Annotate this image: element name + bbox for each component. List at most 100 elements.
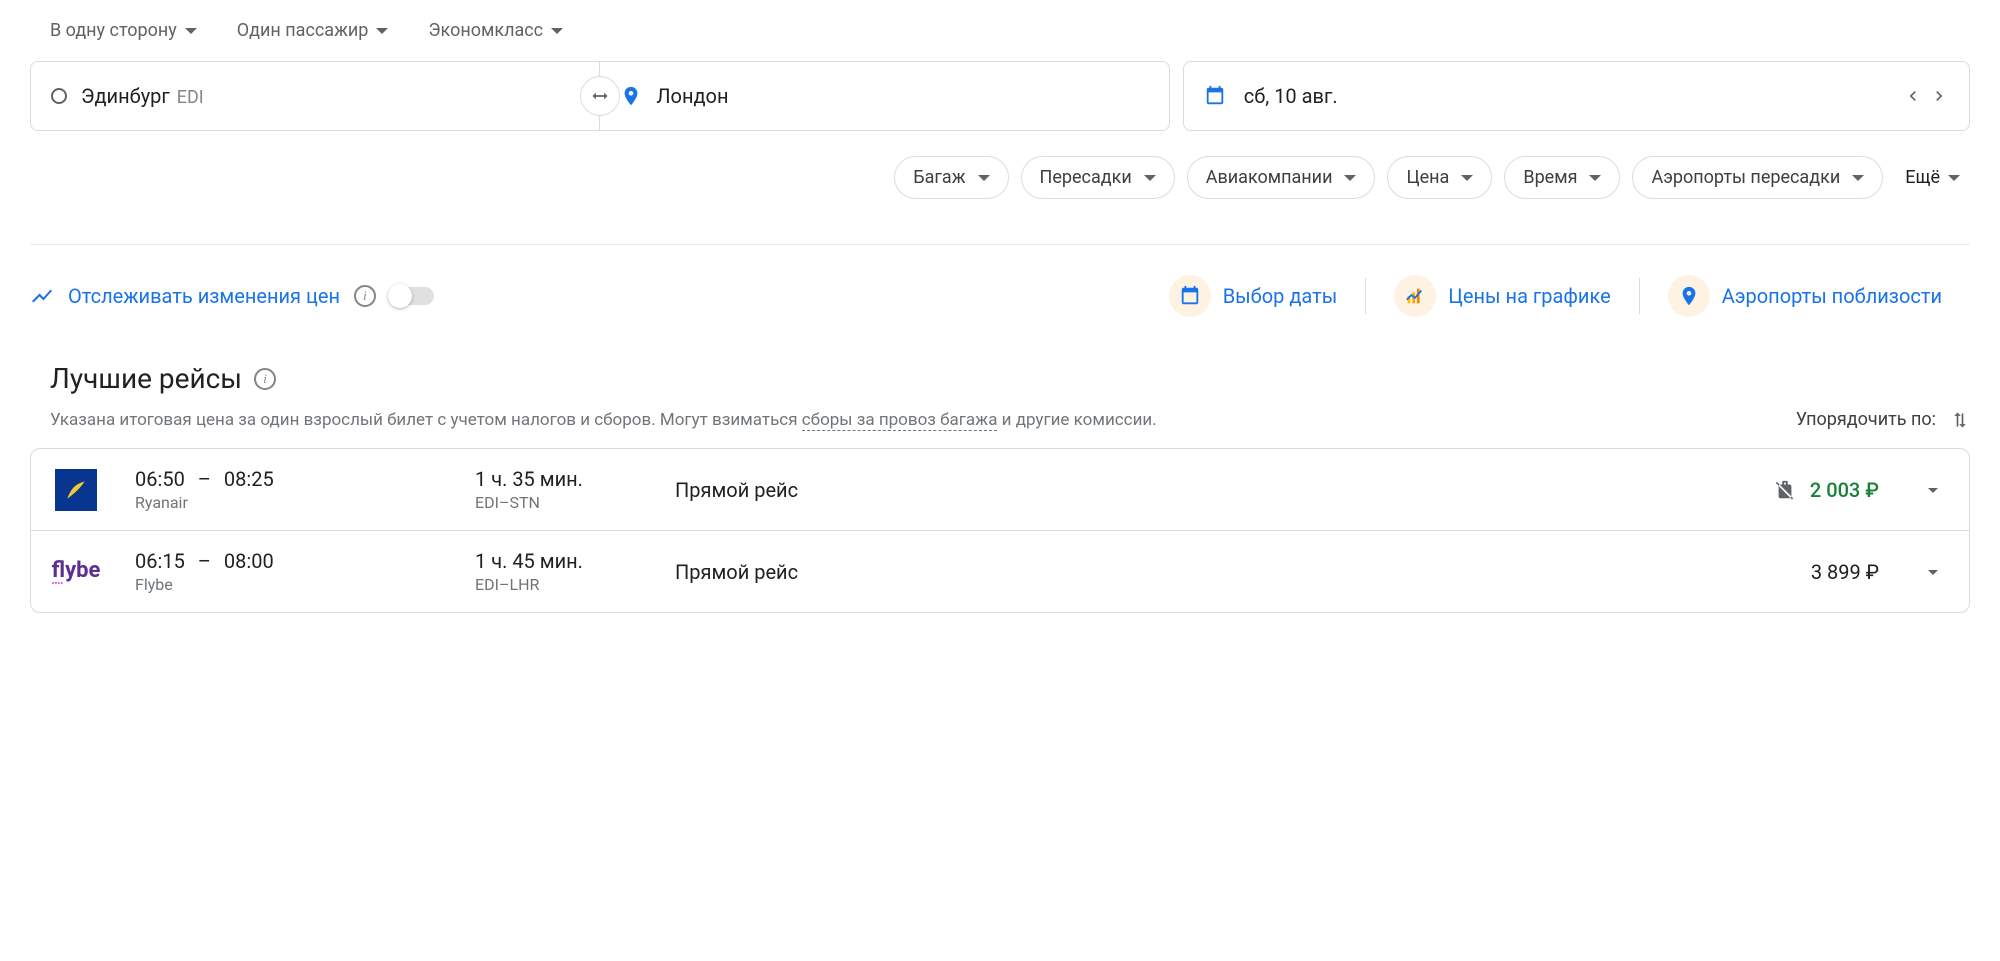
search-form: Эдинбург EDI Лондон сб, 10 авг. bbox=[30, 61, 1970, 131]
flight-row[interactable]: flybe•••• 06:15 – 08:00 Flybe 1 ч. 45 ми… bbox=[31, 531, 1969, 612]
time-chip[interactable]: Время bbox=[1504, 156, 1620, 199]
info-icon[interactable]: i bbox=[354, 285, 376, 307]
track-prices-label: Отслеживать изменения цен bbox=[68, 284, 340, 308]
stops-chip[interactable]: Пересадки bbox=[1021, 156, 1175, 199]
divider bbox=[30, 244, 1970, 245]
chevron-down-icon bbox=[1852, 175, 1864, 181]
duration-column: 1 ч. 45 мин. EDI–LHR bbox=[475, 549, 675, 594]
sort-icon bbox=[1950, 410, 1970, 430]
arrive-time: 08:00 bbox=[224, 549, 274, 573]
route-text: EDI–LHR bbox=[475, 575, 675, 594]
date-input[interactable]: сб, 10 авг. bbox=[1183, 61, 1970, 131]
origin-circle-icon bbox=[51, 88, 67, 104]
passengers-label: Один пассажир bbox=[237, 20, 369, 41]
more-filters-button[interactable]: Ещё bbox=[1895, 167, 1970, 188]
time-dash: – bbox=[198, 467, 211, 491]
toggle-knob bbox=[388, 284, 412, 308]
ryanair-logo-icon bbox=[55, 469, 97, 511]
origin-code: EDI bbox=[177, 87, 204, 108]
stops-chip-label: Пересадки bbox=[1040, 167, 1132, 188]
next-date-button[interactable] bbox=[1929, 86, 1949, 106]
route-text: EDI–STN bbox=[475, 493, 675, 512]
chevron-down-icon bbox=[1144, 175, 1156, 181]
trip-type-dropdown[interactable]: В одну сторону bbox=[50, 20, 197, 41]
chevron-down-icon bbox=[551, 28, 563, 34]
quick-links: Выбор даты Цены на графике Аэропорты по bbox=[1141, 275, 1970, 317]
destination-input[interactable]: Лондон bbox=[599, 61, 1169, 131]
subtitle-text-2: и другие комиссии. bbox=[997, 410, 1156, 430]
swap-button[interactable] bbox=[580, 76, 620, 116]
trip-type-label: В одну сторону bbox=[50, 20, 177, 41]
origin-city: Эдинбург bbox=[81, 84, 170, 108]
chevron-down-icon bbox=[1948, 175, 1960, 181]
section-header: Лучшие рейсы i bbox=[30, 362, 1970, 395]
track-prices-toggle[interactable] bbox=[390, 287, 434, 305]
flybe-logo-icon: flybe•••• bbox=[52, 558, 101, 585]
airline-name: Flybe bbox=[135, 575, 475, 594]
price-column: 2 003 ₽ bbox=[1774, 478, 1879, 502]
chevron-down-icon bbox=[376, 28, 388, 34]
connecting-airports-chip-label: Аэропорты пересадки bbox=[1651, 167, 1840, 188]
trend-icon bbox=[30, 284, 54, 308]
location-inputs-wrapper: Эдинбург EDI Лондон bbox=[30, 61, 1170, 131]
chevron-down-icon bbox=[978, 175, 990, 181]
duration-column: 1 ч. 35 мин. EDI–STN bbox=[475, 467, 675, 512]
destination-city: Лондон bbox=[656, 84, 728, 108]
trip-options-bar: В одну сторону Один пассажир Экономкласс bbox=[30, 20, 1970, 41]
filter-chips-row: Багаж Пересадки Авиакомпании Цена Время … bbox=[30, 156, 1970, 199]
price-chip[interactable]: Цена bbox=[1387, 156, 1492, 199]
depart-time: 06:15 bbox=[135, 549, 185, 573]
chevron-down-icon bbox=[1461, 175, 1473, 181]
stops-text: Прямой рейс bbox=[675, 560, 1811, 584]
prev-date-button[interactable] bbox=[1903, 86, 1923, 106]
info-icon[interactable]: i bbox=[254, 368, 276, 390]
nearby-airports-label: Аэропорты поблизости bbox=[1722, 284, 1942, 308]
date-select-label: Выбор даты bbox=[1223, 284, 1338, 308]
passengers-dropdown[interactable]: Один пассажир bbox=[237, 20, 389, 41]
airline-name: Ryanair bbox=[135, 493, 475, 512]
subtitle-text-1: Указана итоговая цена за один взрослый б… bbox=[50, 410, 802, 430]
calendar-icon bbox=[1204, 85, 1226, 107]
sort-button[interactable]: Упорядочить по: bbox=[1796, 409, 1970, 430]
flights-list: 06:50 – 08:25 Ryanair 1 ч. 35 мин. EDI–S… bbox=[30, 448, 1970, 613]
price-graph-label: Цены на графике bbox=[1448, 284, 1610, 308]
pin-icon bbox=[620, 85, 642, 107]
section-title: Лучшие рейсы bbox=[50, 362, 242, 395]
date-select-link[interactable]: Выбор даты bbox=[1141, 275, 1366, 317]
more-filters-label: Ещё bbox=[1905, 167, 1940, 188]
section-subtitle: Указана итоговая цена за один взрослый б… bbox=[50, 410, 1157, 430]
sort-label: Упорядочить по: bbox=[1796, 409, 1936, 430]
airlines-chip-label: Авиакомпании bbox=[1206, 167, 1333, 188]
flight-row[interactable]: 06:50 – 08:25 Ryanair 1 ч. 35 мин. EDI–S… bbox=[31, 449, 1969, 531]
actions-row: Отслеживать изменения цен i Выбор даты bbox=[30, 275, 1970, 317]
pin-icon bbox=[1678, 285, 1700, 307]
depart-time: 06:50 bbox=[135, 467, 185, 491]
section-subtitle-row: Указана итоговая цена за один взрослый б… bbox=[30, 409, 1970, 430]
duration-text: 1 ч. 45 мин. bbox=[475, 549, 675, 573]
origin-input[interactable]: Эдинбург EDI bbox=[30, 61, 600, 131]
price-graph-link[interactable]: Цены на графике bbox=[1366, 275, 1638, 317]
chevron-down-icon bbox=[1921, 560, 1945, 584]
chart-icon bbox=[1404, 285, 1426, 307]
price-text: 3 899 ₽ bbox=[1811, 560, 1879, 584]
baggage-fees-link[interactable]: сборы за провоз багажа bbox=[802, 410, 998, 431]
chevron-right-icon bbox=[1929, 86, 1949, 106]
track-prices-section: Отслеживать изменения цен i bbox=[30, 284, 434, 308]
time-chip-label: Время bbox=[1523, 167, 1577, 188]
connecting-airports-chip[interactable]: Аэропорты пересадки bbox=[1632, 156, 1883, 199]
time-column: 06:15 – 08:00 Flybe bbox=[135, 549, 475, 594]
cabin-dropdown[interactable]: Экономкласс bbox=[428, 20, 563, 41]
price-text: 2 003 ₽ bbox=[1810, 478, 1879, 502]
bags-chip-label: Багаж bbox=[913, 167, 965, 188]
chevron-down-icon bbox=[185, 28, 197, 34]
bags-chip[interactable]: Багаж bbox=[894, 156, 1008, 199]
cabin-label: Экономкласс bbox=[428, 20, 543, 41]
nearby-airports-link[interactable]: Аэропорты поблизости bbox=[1640, 275, 1970, 317]
no-baggage-icon bbox=[1774, 479, 1796, 501]
airline-logo bbox=[55, 469, 97, 511]
airline-logo: flybe•••• bbox=[55, 551, 97, 593]
duration-text: 1 ч. 35 мин. bbox=[475, 467, 675, 491]
swap-icon bbox=[590, 86, 610, 106]
airlines-chip[interactable]: Авиакомпании bbox=[1187, 156, 1376, 199]
date-text: сб, 10 авг. bbox=[1244, 84, 1338, 108]
